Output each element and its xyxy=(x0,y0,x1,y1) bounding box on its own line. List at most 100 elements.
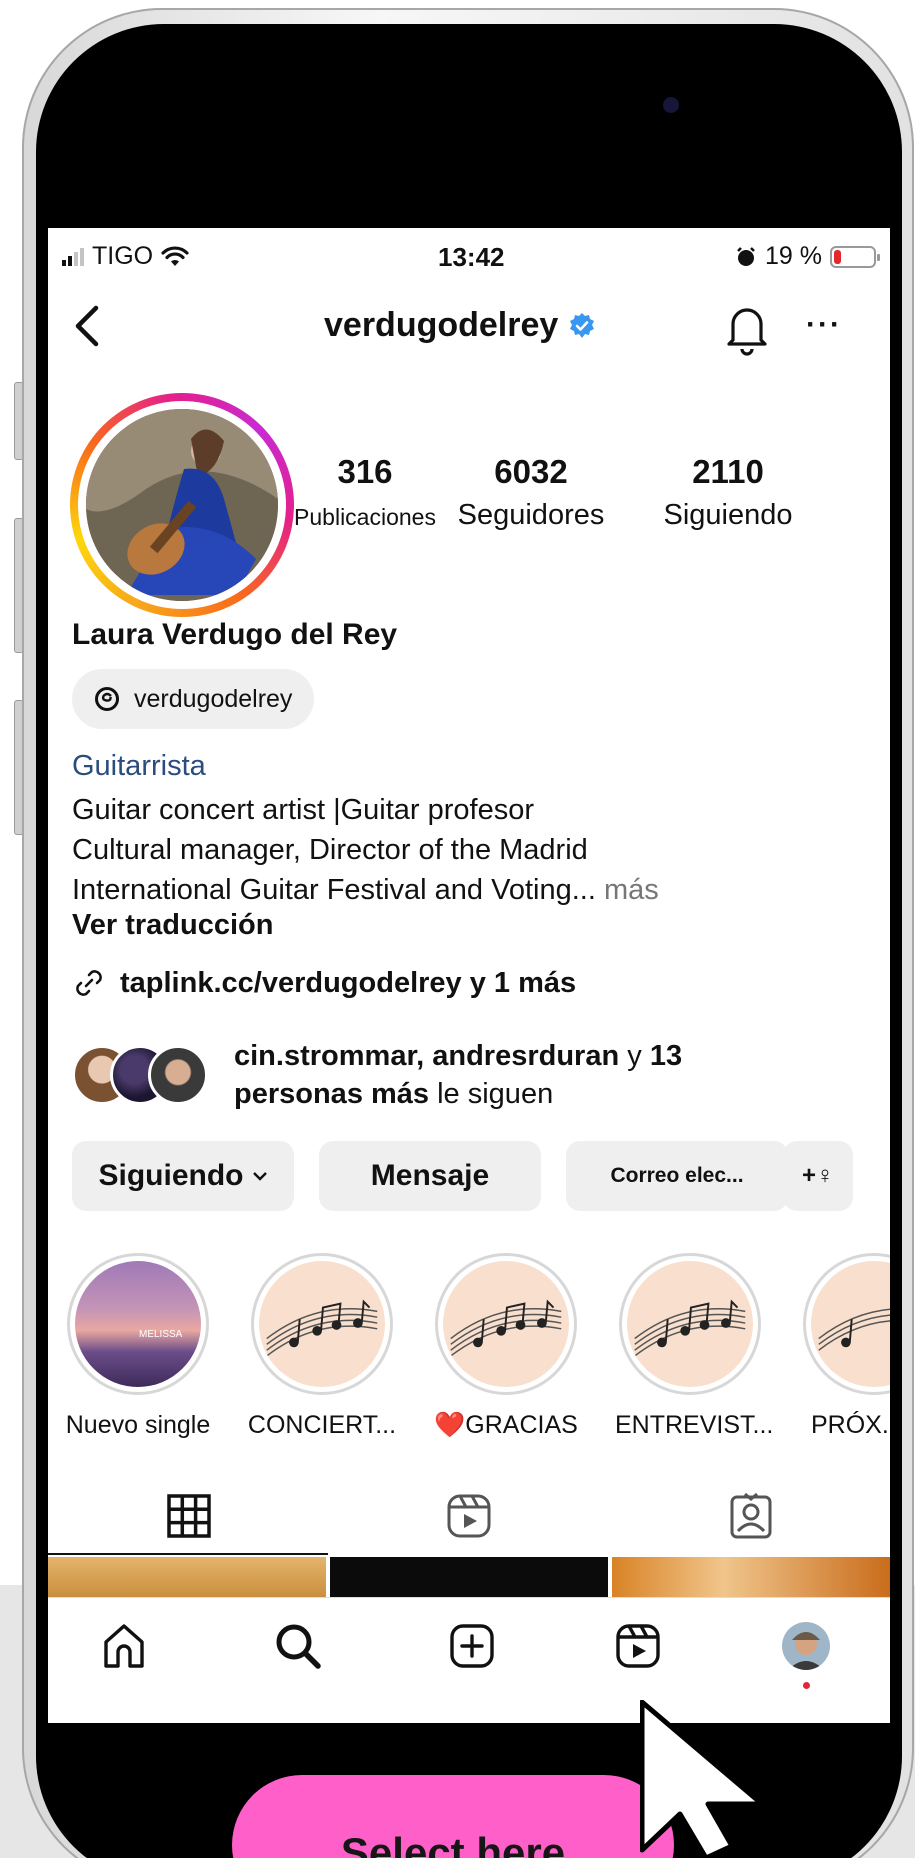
add-person-icon: +♀ xyxy=(801,1162,834,1189)
alarm-icon xyxy=(737,246,755,266)
post-thumbnail[interactable] xyxy=(612,1557,890,1597)
music-notes-icon xyxy=(266,1299,378,1357)
post-thumbnail[interactable] xyxy=(330,1557,608,1597)
following-label: Siguiendo xyxy=(98,1159,244,1192)
avatar-image xyxy=(86,409,278,601)
link-text: taplink.cc/verdugodelrey y 1 más xyxy=(120,966,577,999)
verified-badge-icon xyxy=(570,312,595,338)
followed-by-people: personas más xyxy=(234,1078,430,1110)
followed-by-names: cin.strommar, andresrduran xyxy=(234,1040,620,1072)
highlight-item[interactable]: MELISSA Nuevo single xyxy=(63,1253,213,1440)
reels-icon[interactable] xyxy=(612,1620,664,1672)
status-right-group: 19 % xyxy=(735,242,880,271)
stat-followers[interactable]: 6032 Seguidores xyxy=(441,453,621,532)
highlight-cover xyxy=(803,1253,890,1395)
highlight-item[interactable]: PRÓX.E xyxy=(799,1253,890,1440)
front-camera xyxy=(663,97,679,113)
bio-line: Guitar concert artist |Guitar profesor xyxy=(72,794,535,826)
battery-level xyxy=(834,249,841,264)
search-icon[interactable] xyxy=(272,1620,324,1672)
highlight-image: MELISSA xyxy=(75,1261,201,1387)
battery-percent: 19 % xyxy=(765,242,822,270)
threads-badge[interactable]: verdugodelrey xyxy=(72,669,315,729)
followed-by-count: 13 xyxy=(649,1040,683,1072)
highlight-image xyxy=(811,1261,890,1387)
create-post-icon[interactable] xyxy=(446,1620,498,1672)
see-translation-link[interactable]: Ver traducción xyxy=(72,909,273,942)
more-options-icon[interactable]: ··· xyxy=(806,308,842,342)
stat-following-label: Siguiendo xyxy=(663,499,793,531)
notification-bell-icon[interactable] xyxy=(720,300,774,358)
email-label: Correo elec... xyxy=(610,1164,744,1187)
message-label: Mensaje xyxy=(370,1159,490,1192)
threads-handle: verdugodelrey xyxy=(134,684,293,713)
phone-notch xyxy=(322,24,679,120)
bio-more-link[interactable]: más xyxy=(604,874,659,906)
heart-emoji: ❤️ xyxy=(434,1411,466,1439)
highlight-item[interactable]: ❤️GRACIAS xyxy=(431,1253,581,1440)
reels-icon[interactable] xyxy=(444,1491,494,1541)
bottom-navigation xyxy=(48,1597,890,1695)
bio-line: International Guitar Festival and Voting… xyxy=(72,874,596,906)
following-button[interactable]: Siguiendo xyxy=(72,1141,294,1211)
highlight-image xyxy=(443,1261,569,1387)
carrier-name: TIGO xyxy=(92,242,154,270)
follower-avatar xyxy=(148,1045,208,1105)
followed-by-text: cin.strommar, andresrduran y 13 personas… xyxy=(234,1037,794,1113)
highlight-image xyxy=(259,1261,385,1387)
highlight-image-text: MELISSA xyxy=(139,1329,183,1340)
highlight-cover xyxy=(251,1253,393,1395)
followed-by-and: y xyxy=(627,1040,642,1072)
story-ring-gap xyxy=(78,401,286,609)
tagged-icon[interactable] xyxy=(726,1491,776,1541)
profile-username: verdugodelrey xyxy=(324,306,596,345)
highlight-label-text: GRACIAS xyxy=(465,1411,578,1439)
profile-avatar-icon[interactable] xyxy=(780,1620,832,1672)
highlight-cover xyxy=(435,1253,577,1395)
music-notes-icon xyxy=(634,1299,746,1357)
stat-posts-label: Publicaciones xyxy=(294,504,436,530)
carrier-group: TIGO xyxy=(62,242,189,271)
highlight-cover: MELISSA xyxy=(67,1253,209,1395)
back-chevron-icon[interactable] xyxy=(62,296,112,356)
profile-bio: Guitar concert artist |Guitar profesor C… xyxy=(72,790,872,910)
posts-grid xyxy=(48,1557,890,1597)
profile-full-name: Laura Verdugo del Rey xyxy=(72,618,398,651)
stat-following[interactable]: 2110 Siguiendo xyxy=(633,453,823,532)
grid-icon[interactable] xyxy=(164,1491,214,1541)
profile-avatar[interactable] xyxy=(86,409,278,601)
select-here-callout: Select here xyxy=(232,1775,674,1858)
profile-link[interactable]: taplink.cc/verdugodelrey y 1 más xyxy=(72,966,576,1000)
followed-by-suffix: le siguen xyxy=(437,1078,554,1110)
stat-posts-value: 316 xyxy=(337,453,393,490)
music-notes-icon xyxy=(450,1299,562,1357)
highlight-label: ENTREVIST... xyxy=(615,1411,774,1439)
highlight-label: CONCIERT... xyxy=(247,1411,397,1439)
follower-avatars xyxy=(72,1045,212,1105)
highlight-label: PRÓX.E xyxy=(811,1411,890,1439)
bio-line: Cultural manager, Director of the Madrid xyxy=(72,834,588,866)
email-button[interactable]: Correo elec... xyxy=(566,1141,788,1211)
chevron-down-icon xyxy=(252,1172,267,1181)
message-button[interactable]: Mensaje xyxy=(319,1141,541,1211)
highlight-item[interactable]: ENTREVIST... xyxy=(615,1253,774,1440)
profile-category[interactable]: Guitarrista xyxy=(72,750,206,783)
battery-icon xyxy=(830,245,880,268)
status-time: 13:42 xyxy=(438,242,505,272)
highlight-image xyxy=(627,1261,753,1387)
highlight-label: ❤️GRACIAS xyxy=(431,1411,581,1440)
stat-posts[interactable]: 316 Publicaciones xyxy=(290,453,440,531)
suggest-people-button[interactable]: +♀ xyxy=(783,1141,853,1211)
story-ring[interactable] xyxy=(70,393,294,617)
cursor-arrow-icon xyxy=(640,1700,765,1858)
stat-followers-value: 6032 xyxy=(494,453,568,490)
profile-header: verdugodelrey ··· xyxy=(48,282,890,372)
content-tabs xyxy=(48,1481,890,1555)
username-text: verdugodelrey xyxy=(324,306,559,344)
link-icon xyxy=(76,970,102,996)
highlight-label: Nuevo single xyxy=(65,1411,211,1439)
stat-following-value: 2110 xyxy=(692,453,764,490)
home-icon[interactable] xyxy=(98,1620,150,1672)
highlight-item[interactable]: CONCIERT... xyxy=(247,1253,397,1440)
post-thumbnail[interactable] xyxy=(48,1557,326,1597)
